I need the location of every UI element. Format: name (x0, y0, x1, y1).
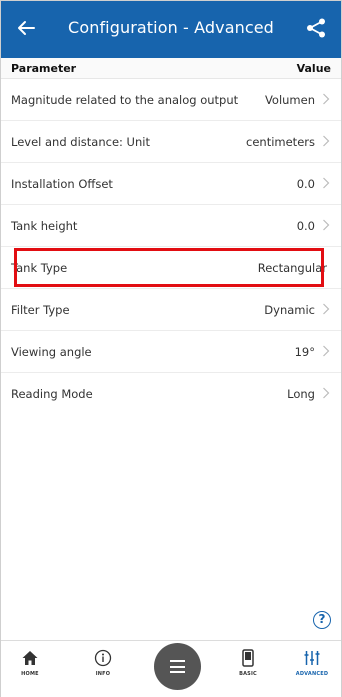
row-label: Level and distance: Unit (11, 135, 150, 149)
row-label: Filter Type (11, 303, 70, 317)
row-magnitude-analog-output[interactable]: Magnitude related to the analog output V… (1, 79, 341, 121)
bottom-nav: HOME INFO BASIC ADVANCED (1, 640, 341, 697)
nav-info[interactable]: INFO (83, 649, 123, 677)
row-value: Long (287, 387, 315, 401)
row-value: Volumen (264, 93, 315, 107)
share-icon[interactable] (305, 17, 327, 39)
app-header: Configuration - Advanced (1, 1, 341, 58)
chevron-right-icon (323, 303, 330, 315)
chevron-right-icon (323, 219, 330, 231)
nav-home[interactable]: HOME (10, 649, 50, 677)
chevron-right-icon (323, 135, 330, 147)
column-value: Value (296, 62, 331, 75)
row-value: 0.0 (296, 177, 315, 191)
row-filter-type[interactable]: Filter Type Dynamic (1, 289, 341, 331)
row-label: Magnitude related to the analog output (11, 93, 239, 107)
device-icon (242, 649, 254, 667)
table-header: Parameter Value (1, 58, 341, 79)
row-tank-height[interactable]: Tank height 0.0 (1, 205, 341, 247)
parameter-list: Magnitude related to the analog output V… (1, 79, 341, 414)
row-reading-mode[interactable]: Reading Mode Long (1, 373, 341, 414)
row-value: Dynamic (264, 303, 315, 317)
row-value: centimeters (246, 135, 315, 149)
nav-basic[interactable]: BASIC (228, 649, 268, 677)
nav-home-label: HOME (21, 671, 39, 677)
row-label: Viewing angle (11, 345, 92, 359)
column-parameter: Parameter (11, 62, 77, 75)
arrow-left-icon[interactable] (15, 17, 37, 39)
row-value: 19° (294, 345, 315, 359)
home-icon (22, 651, 38, 665)
row-value: 0.0 (296, 219, 315, 233)
help-icon[interactable]: ? (313, 611, 331, 629)
row-installation-offset[interactable]: Installation Offset 0.0 (1, 163, 341, 205)
menu-icon[interactable] (154, 643, 201, 690)
row-level-distance-unit[interactable]: Level and distance: Unit centimeters (1, 121, 341, 163)
nav-advanced[interactable]: ADVANCED (292, 649, 332, 677)
highlight-box (14, 248, 324, 287)
chevron-right-icon (323, 93, 330, 105)
row-viewing-angle[interactable]: Viewing angle 19° (1, 331, 341, 373)
nav-basic-label: BASIC (239, 671, 257, 677)
nav-info-label: INFO (95, 671, 111, 677)
row-label: Installation Offset (11, 177, 113, 191)
row-label: Tank height (11, 219, 78, 233)
row-label: Reading Mode (11, 387, 93, 401)
page-title: Configuration - Advanced (68, 18, 274, 37)
chevron-right-icon (323, 345, 330, 357)
nav-advanced-label: ADVANCED (295, 671, 329, 677)
info-icon (94, 649, 112, 667)
sliders-icon (304, 651, 320, 665)
chevron-right-icon (323, 387, 330, 399)
chevron-right-icon (323, 177, 330, 189)
